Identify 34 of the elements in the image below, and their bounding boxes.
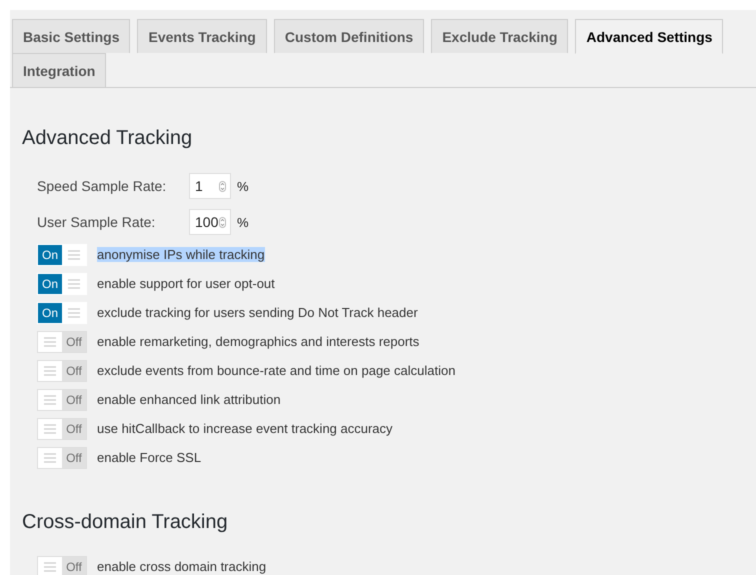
number-input[interactable]: 1 xyxy=(189,173,231,199)
toggle-label: enable support for user opt-out xyxy=(97,276,275,291)
toggle-switch[interactable]: On xyxy=(37,302,87,324)
toggle-switch[interactable]: On xyxy=(37,272,87,294)
toggle-label: exclude tracking for users sending Do Not Track header xyxy=(97,305,418,320)
toggle-label: enable enhanced link attribution xyxy=(97,392,281,407)
field-label: User Sample Rate: xyxy=(37,214,156,230)
toggle-label: enable Force SSL xyxy=(97,450,202,465)
unit-label: % xyxy=(237,178,249,194)
tab[interactable]: Custom Definitions xyxy=(274,19,424,53)
spinner-icon xyxy=(219,180,226,192)
tab[interactable]: Integration xyxy=(12,53,106,87)
toggle-switch[interactable]: Off xyxy=(37,330,87,352)
unit-label: % xyxy=(237,214,249,230)
tab[interactable]: Exclude Tracking xyxy=(431,19,568,53)
section-heading: Advanced Tracking xyxy=(22,126,194,151)
toggle-label: enable cross domain tracking xyxy=(97,559,266,574)
toggle-label: use hitCallback to increase event tracking accuracy xyxy=(97,421,393,436)
toggle-switch[interactable]: Off xyxy=(37,360,87,382)
field-label: Speed Sample Rate: xyxy=(37,178,168,194)
section-heading: Cross-domain Tracking xyxy=(22,510,229,535)
toggle-label: enable remarketing, demographics and interests reports xyxy=(97,334,420,349)
toggle-label: anonymise IPs while tracking xyxy=(97,247,265,262)
tab[interactable]: Basic Settings xyxy=(12,19,130,53)
toggle-switch[interactable]: Off xyxy=(37,388,87,410)
toggle-switch[interactable]: Off xyxy=(37,418,87,440)
spinner-icon xyxy=(219,216,226,228)
toggle-switch[interactable]: Off xyxy=(37,556,87,575)
tab[interactable]: Events Tracking xyxy=(137,19,267,53)
toggle-switch[interactable]: Off xyxy=(37,446,87,468)
number-input[interactable]: 100 xyxy=(189,209,231,235)
toggle-switch[interactable]: On xyxy=(37,244,87,266)
tab[interactable]: Advanced Settings xyxy=(575,19,724,54)
toggle-label: exclude events from bounce-rate and time on page calculation xyxy=(97,363,456,378)
